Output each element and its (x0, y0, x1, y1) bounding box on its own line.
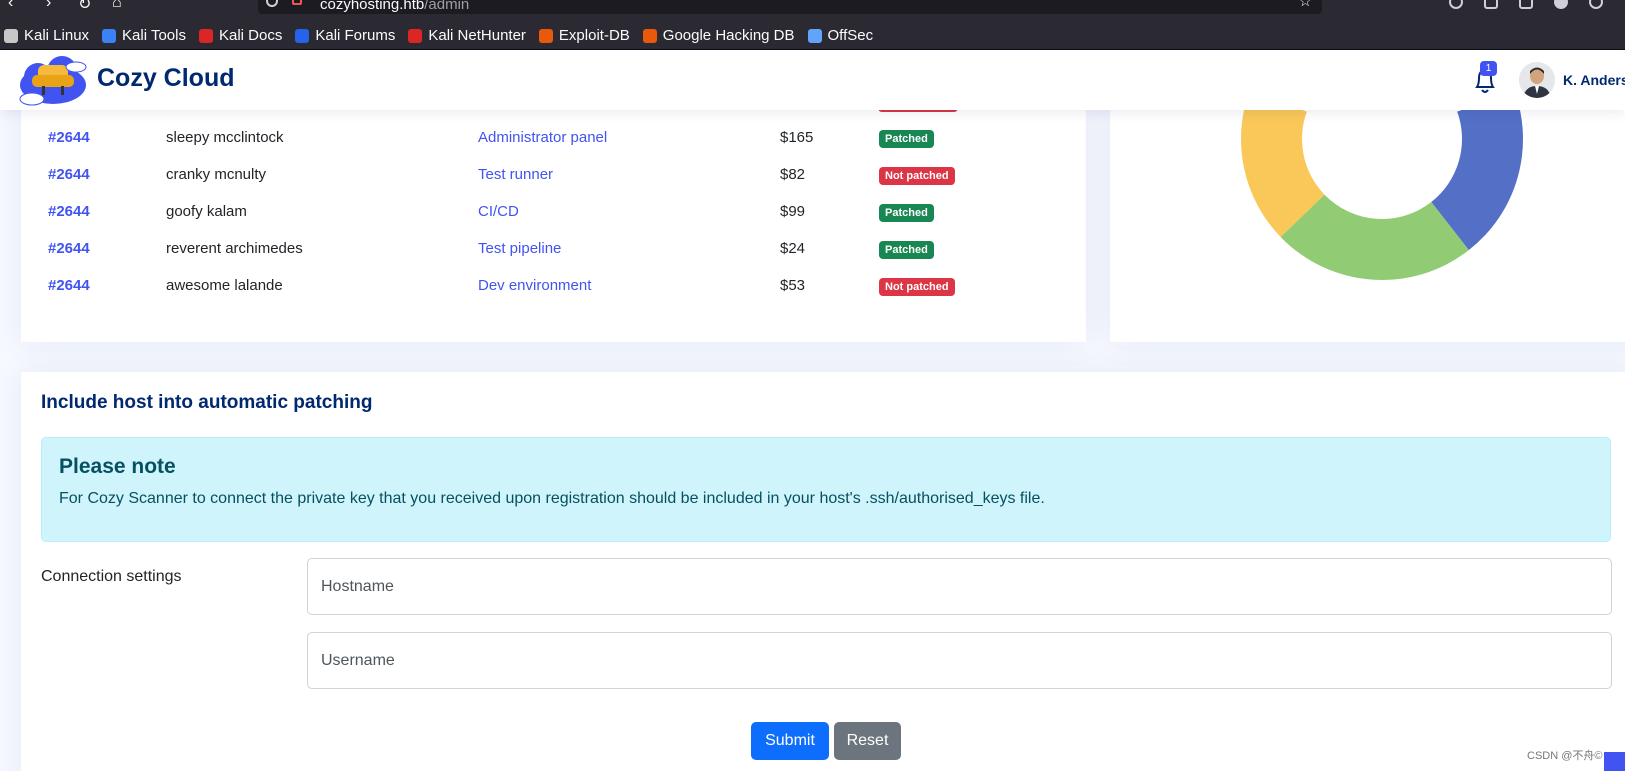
table-row: #2644 awesome lalande Dev environment $53 No… (21, 268, 1086, 305)
hosts-table-card: #2644 sleepy mcclintock Administrator pane… (21, 90, 1086, 342)
bookmark-item[interactable]: Exploit-DB (538, 27, 630, 44)
patching-form-card: Include host into automatic patching Ple… (21, 372, 1625, 771)
back-icon[interactable]: ‹ (8, 0, 13, 12)
cozy-cloud-logo[interactable] (18, 53, 88, 107)
row-price: $82 (780, 166, 806, 183)
bookmark-label: Kali Tools (122, 27, 186, 44)
submit-button[interactable]: Submit (751, 722, 829, 760)
row-product-link[interactable]: Test pipeline (478, 240, 561, 257)
row-product-link[interactable]: Test runner (478, 166, 553, 183)
user-photo (1519, 62, 1555, 98)
bookmark-favicon-icon (198, 28, 213, 43)
row-product-link[interactable]: Administrator panel (478, 129, 607, 146)
bookmark-item[interactable]: Kali Docs (198, 27, 283, 44)
donut-chart (1241, 90, 1523, 280)
home-icon[interactable]: ⌂ (112, 0, 122, 12)
row-customer: awesome lalande (166, 277, 283, 294)
row-id-link[interactable]: #2644 (48, 129, 90, 146)
bookmark-favicon-icon (642, 28, 657, 43)
row-id-link[interactable]: #2644 (48, 277, 90, 294)
bookmark-item[interactable]: Kali Forums (295, 27, 395, 44)
row-customer: cranky mcnulty (166, 166, 267, 183)
bookmark-favicon-icon (102, 28, 117, 43)
row-price: $165 (780, 129, 814, 146)
row-id-link[interactable]: #2644 (48, 203, 90, 220)
address-bar[interactable]: cozyhosting.htb/admin ☆ (258, 0, 1322, 14)
table-row: #2644 reverent archimedes Test pipeline $24… (21, 231, 1086, 268)
bookmark-label: Kali NetHunter (428, 27, 526, 44)
bookmark-label: Kali Linux (24, 27, 90, 44)
row-customer: sleepy mcclintock (166, 129, 284, 146)
alert-text: For Cozy Scanner to connect the private … (59, 490, 1045, 507)
pocket-icon[interactable] (1449, 0, 1463, 9)
bookmark-label: Exploit-DB (558, 27, 630, 44)
bookmark-favicon-icon (4, 28, 18, 43)
extensions-icon[interactable] (1589, 0, 1603, 9)
screenshot-icon[interactable] (1519, 0, 1533, 9)
reload-icon[interactable]: ↻ (78, 0, 91, 14)
bookmark-item[interactable]: Google Hacking DB (642, 27, 795, 44)
bookmark-favicon-icon (295, 28, 310, 43)
status-badge: Not patched (879, 278, 955, 296)
row-product-link[interactable]: CI/CD (478, 203, 519, 220)
alert-heading: Please note (59, 455, 176, 478)
status-badge: Patched (879, 204, 934, 222)
username-input[interactable] (307, 632, 1612, 689)
user-name[interactable]: K. Anderson (1563, 72, 1625, 88)
downloads-icon[interactable] (1484, 0, 1498, 9)
bookmark-label: Kali Docs (218, 27, 283, 44)
bookmark-item[interactable]: OffSec (807, 27, 874, 44)
row-customer: goofy kalam (166, 203, 247, 220)
row-price: $99 (780, 203, 806, 220)
status-badge: Not patched (879, 167, 955, 185)
row-customer: reverent archimedes (166, 240, 303, 257)
bookmark-favicon-icon (408, 28, 423, 43)
edit-icon[interactable] (1604, 752, 1625, 771)
table-row: #2644 goofy kalam CI/CD $99 Patched (21, 194, 1086, 231)
bookmark-favicon-icon (538, 28, 553, 43)
bookmark-label: Kali Forums (315, 27, 396, 44)
reset-button[interactable]: Reset (834, 722, 901, 760)
table-row: #2644 sleepy mcclintock Administrator pane… (21, 120, 1086, 157)
url-text: cozyhosting.htb/admin (320, 0, 469, 13)
bookmark-label: Google Hacking DB (662, 27, 795, 44)
row-product-link[interactable]: Dev environment (478, 277, 591, 294)
status-badge: Patched (879, 130, 934, 148)
bookmark-label: OffSec (827, 27, 874, 44)
table-row: #2644 cranky mcnulty Test runner $82 Not pat… (21, 157, 1086, 194)
watermark: CSDN @不舟© (1527, 750, 1603, 762)
form-title: Include host into automatic patching (41, 392, 373, 413)
bookmark-star-icon[interactable]: ☆ (1299, 0, 1312, 10)
lock-icon[interactable] (292, 0, 302, 5)
row-price: $53 (780, 277, 806, 294)
info-alert: Please note For Cozy Scanner to connect … (41, 437, 1611, 542)
row-id-link[interactable]: #2644 (48, 166, 90, 183)
url-path: /admin (424, 0, 470, 13)
avatar[interactable] (1519, 62, 1555, 98)
url-host: cozyhosting.htb (320, 0, 425, 13)
hostname-input[interactable] (307, 558, 1612, 615)
app-header: Cozy Cloud 1 K. Anderson (0, 50, 1625, 110)
connection-settings-label: Connection settings (41, 568, 182, 585)
bookmark-item[interactable]: Kali NetHunter (408, 27, 526, 44)
status-badge: Patched (879, 241, 934, 259)
bookmark-item[interactable]: Kali Tools (102, 27, 186, 44)
bookmark-favicon-icon (807, 28, 822, 43)
bookmark-item[interactable]: Kali Linux (4, 27, 89, 44)
bookmarks-bar: Kali Linux Kali Tools Kali Docs Kali Forums… (0, 22, 1625, 50)
notification-badge: 1 (1480, 61, 1497, 76)
row-id-link[interactable]: #2644 (48, 240, 90, 257)
row-price: $24 (780, 240, 806, 257)
shield-icon[interactable] (266, 0, 278, 7)
forward-icon[interactable]: › (46, 0, 51, 12)
chart-card (1110, 90, 1625, 342)
account-icon[interactable] (1554, 0, 1568, 9)
browser-toolbar: ‹ › ↻ ⌂ cozyhosting.htb/admin ☆ (0, 0, 1625, 22)
brand-name[interactable]: Cozy Cloud (97, 64, 235, 93)
